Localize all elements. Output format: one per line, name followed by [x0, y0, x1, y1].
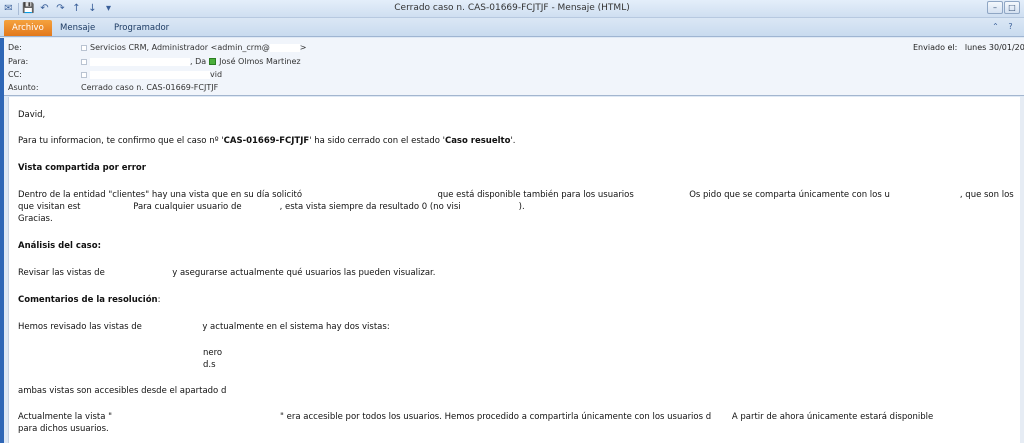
heading-vista: Vista compartida por error — [18, 163, 146, 173]
window-title: Cerrado caso n. CAS-01669-FCJTJF - Mensa… — [394, 3, 630, 13]
cc-value[interactable]: vid — [81, 69, 222, 81]
redacted-block — [90, 70, 210, 79]
sent-info: Enviado el: lunes 30/01/20 — [913, 42, 1024, 54]
heading-comentarios: Comentarios de la resolución: — [18, 295, 161, 305]
redacted-block — [226, 386, 257, 395]
subject-row: Asunto: Cerrado caso n. CAS-01669-FCJTJF — [8, 82, 268, 94]
ribbon-right-controls: ⌃ ? — [990, 21, 1016, 32]
case-number: CAS-01669-FCJTJF — [223, 136, 310, 146]
redacted-block — [90, 57, 190, 66]
intro-paragraph: Para tu informacion, te confirmo que el … — [18, 136, 516, 146]
ambas-line: ambas vistas son accesibles desde el apa… — [18, 385, 257, 397]
maximize-button[interactable]: □ — [1004, 1, 1020, 14]
redacted-block — [144, 322, 200, 331]
redacted-block — [711, 412, 730, 421]
redacted-block — [112, 412, 281, 421]
vista-line-1: Dentro de la entidad "clientes" hay una … — [18, 190, 1014, 200]
list-item: d.s — [18, 359, 216, 371]
cc-label: CC: — [8, 70, 22, 79]
greeting: David, — [18, 110, 46, 120]
vista-line-2: que visitan est Para cualquier usuario d… — [18, 202, 525, 212]
tab-programador[interactable]: Programador — [108, 20, 175, 36]
ribbon: Archivo Mensaje Programador ⌃ ? — [0, 18, 1024, 37]
title-bar: ✉ 💾 ↶ ↷ ↑ ↓ ▾ Cerrado caso n. CAS-01669-… — [0, 0, 1024, 18]
from-row: De: Servicios CRM, Administrador <admin_… — [8, 42, 306, 54]
message-body[interactable]: David, Para tu informacion, te confirmo … — [8, 97, 1024, 443]
redacted-block — [460, 202, 519, 211]
window-controls: – □ — [987, 1, 1020, 14]
cc-row: CC: vid — [8, 69, 248, 81]
redacted-block — [304, 190, 435, 199]
redacted-block — [107, 268, 170, 277]
redacted-block — [80, 202, 131, 211]
vista-line-3: Gracias. — [18, 214, 53, 224]
redacted-block — [636, 190, 687, 199]
presence-icon — [209, 58, 217, 65]
redacted-block — [269, 43, 300, 52]
left-accent-strip — [0, 38, 4, 443]
contact-card-icon — [81, 45, 87, 51]
subject-value: Cerrado caso n. CAS-01669-FCJTJF — [81, 83, 219, 92]
case-status: Caso resuelto — [444, 136, 511, 146]
vertical-scrollbar[interactable] — [1020, 97, 1024, 443]
to-label: Para: — [8, 57, 29, 66]
help-icon[interactable]: ? — [1005, 21, 1016, 32]
actual-line-1: Actualmente la vista " " era accesible po… — [18, 412, 934, 422]
sent-value: lunes 30/01/20 — [964, 43, 1024, 52]
actual-line-2: para dichos usuarios. — [18, 424, 109, 434]
redacted-block — [18, 348, 203, 357]
subject-label: Asunto: — [8, 83, 39, 92]
from-value[interactable]: Servicios CRM, Administrador <admin_crm@… — [81, 42, 306, 54]
from-label: De: — [8, 43, 22, 52]
redacted-block — [889, 190, 960, 199]
tab-mensaje[interactable]: Mensaje — [54, 20, 101, 36]
analisis-line: Revisar las vistas de y asegurarse actua… — [18, 268, 436, 278]
redacted-block — [241, 202, 280, 211]
list-item: nero — [18, 347, 222, 359]
heading-analisis: Análisis del caso: — [18, 241, 101, 251]
redacted-block — [18, 360, 203, 369]
tab-archivo[interactable]: Archivo — [4, 20, 52, 36]
comentarios-line: Hemos revisado las vistas de y actualmen… — [18, 322, 390, 332]
contact-card-icon — [81, 59, 87, 65]
collapse-ribbon-icon[interactable]: ⌃ — [990, 21, 1001, 32]
contact-card-icon — [81, 72, 87, 78]
to-value[interactable]: , Da José Olmos Martinez — [81, 56, 301, 68]
sent-label: Enviado el: — [913, 43, 958, 52]
minimize-button[interactable]: – — [987, 1, 1003, 14]
to-row: Para: , Da José Olmos Martinez — [8, 56, 328, 68]
